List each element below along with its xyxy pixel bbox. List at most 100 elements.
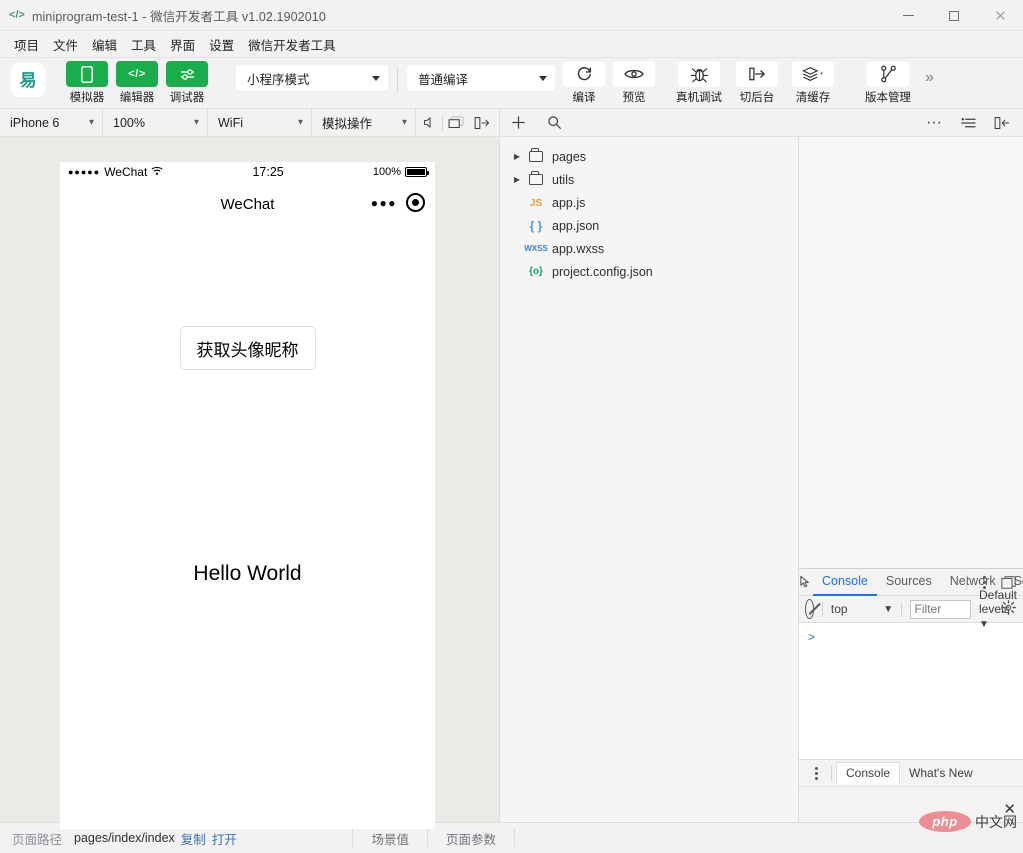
clear-console-icon[interactable] xyxy=(805,599,815,619)
remote-debug-label: 真机调试 xyxy=(676,92,722,104)
chevron-down-icon: ▾ xyxy=(297,117,303,128)
drawer-menu-icon[interactable] xyxy=(805,762,827,784)
layers-icon xyxy=(792,61,834,87)
editor-toggle[interactable]: </> 编辑器 xyxy=(114,61,160,105)
copy-path-button[interactable]: 复制 xyxy=(181,829,206,848)
add-file-button[interactable] xyxy=(500,109,536,136)
preview-button[interactable]: 预览 xyxy=(611,61,657,105)
drawer-tab-whats-new[interactable]: What's New xyxy=(900,763,982,784)
sort-files-icon[interactable] xyxy=(951,109,985,136)
menu-settings[interactable]: 设置 xyxy=(202,32,241,57)
menu-edit[interactable]: 编辑 xyxy=(85,32,124,57)
compile-button[interactable]: 编译 xyxy=(561,61,607,105)
tree-item-app-wxss[interactable]: WXSS app.wxss xyxy=(500,237,798,260)
chevron-right-icon[interactable]: ▶ xyxy=(510,152,524,161)
tree-item-pages[interactable]: ▶ pages xyxy=(500,145,798,168)
tree-item-label: utils xyxy=(552,172,575,187)
tree-item-app-js[interactable]: JS app.js xyxy=(500,191,798,214)
simulate-action-select[interactable]: 模拟操作 ▾ xyxy=(312,109,416,136)
tree-item-app-json[interactable]: { } app.json xyxy=(500,214,798,237)
menu-devtools[interactable]: 微信开发者工具 xyxy=(241,32,343,57)
wifi-icon xyxy=(151,165,163,179)
version-control-button[interactable]: 版本管理 xyxy=(859,61,917,105)
debugger-toggle-label: 调试器 xyxy=(169,92,205,104)
get-userinfo-button[interactable]: 获取头像昵称 xyxy=(179,326,316,370)
svg-text:易: 易 xyxy=(20,71,37,91)
tree-item-project-config[interactable]: {o} project.config.json xyxy=(500,260,798,283)
menu-tools[interactable]: 工具 xyxy=(124,32,163,57)
minimize-button[interactable] xyxy=(885,0,931,31)
editor-empty-area[interactable] xyxy=(799,137,1023,568)
tree-item-label: app.wxss xyxy=(552,241,605,256)
divider xyxy=(514,829,515,847)
config-file-icon: {o} xyxy=(529,266,543,277)
wxss-file-icon: WXSS xyxy=(524,244,548,253)
right-column: Console Sources Network Security AppData… xyxy=(799,137,1023,822)
console-context-select[interactable]: top ▼ xyxy=(831,602,893,616)
console-filter-input[interactable]: Filter xyxy=(909,599,971,619)
app-logo-icon: 易 xyxy=(11,63,45,97)
open-path-button[interactable]: 打开 xyxy=(212,829,237,848)
window-title: miniprogram-test-1 - 微信开发者工具 v1.02.19020… xyxy=(32,9,326,24)
device-bar: iPhone 6 ▾ 100% ▾ WiFi ▾ 模拟操作 ▾ xyxy=(0,109,500,136)
zoom-select[interactable]: 100% ▾ xyxy=(103,109,208,136)
compile-mode-value: 普通编译 xyxy=(418,72,469,87)
scene-value-button[interactable]: 场景值 xyxy=(353,829,427,848)
sub-toolbar: iPhone 6 ▾ 100% ▾ WiFi ▾ 模拟操作 ▾ ··· xyxy=(0,109,1023,137)
inspect-element-icon[interactable] xyxy=(799,575,813,589)
tree-item-label: pages xyxy=(552,149,587,164)
close-button[interactable] xyxy=(977,0,1023,31)
more-options-button[interactable]: ··· xyxy=(917,109,951,136)
more-menu-icon[interactable]: ●●● xyxy=(371,196,397,210)
file-explorer: ▶ pages ▶ utils JS app.js { } app.json W… xyxy=(500,137,799,822)
debugger-toggle[interactable]: 调试器 xyxy=(164,61,210,105)
search-icon[interactable] xyxy=(536,109,572,136)
menu-project[interactable]: 项目 xyxy=(7,32,46,57)
device-select-value: iPhone 6 xyxy=(10,115,60,130)
devtools-drawer-body xyxy=(799,786,1023,822)
screencast-icon[interactable] xyxy=(443,109,469,136)
battery-percent: 100% xyxy=(372,166,401,178)
target-icon[interactable] xyxy=(406,193,425,212)
main-toolbar: 易 模拟器 </> 编辑器 调试器 小程序模式 普通编译 编译 预览 真机调试 … xyxy=(0,58,1023,109)
device-select[interactable]: iPhone 6 ▾ xyxy=(0,109,103,136)
refresh-icon xyxy=(563,61,605,87)
mute-icon[interactable] xyxy=(416,109,442,136)
clear-cache-button[interactable]: 清缓存 xyxy=(787,61,839,105)
app-window: </> miniprogram-test-1 - 微信开发者工具 v1.02.1… xyxy=(0,0,1023,853)
tab-sources[interactable]: Sources xyxy=(877,569,941,596)
tab-console[interactable]: Console xyxy=(813,569,877,596)
gear-icon[interactable] xyxy=(1001,600,1016,618)
version-control-label: 版本管理 xyxy=(865,92,911,104)
toolbar-overflow-button[interactable]: » xyxy=(925,69,934,87)
menu-interface[interactable]: 界面 xyxy=(163,32,202,57)
console-output-area[interactable]: > xyxy=(799,623,1023,759)
maximize-button[interactable] xyxy=(931,0,977,31)
mode-select[interactable]: 小程序模式 xyxy=(236,65,388,91)
tree-item-utils[interactable]: ▶ utils xyxy=(500,168,798,191)
phone-frame: ●●●●● WeChat 17:25 100% WeChat ●●● 获取头像昵… xyxy=(60,162,435,829)
js-file-icon: JS xyxy=(529,196,543,209)
simulator-panel: ●●●●● WeChat 17:25 100% WeChat ●●● 获取头像昵… xyxy=(0,137,500,829)
chevron-right-icon[interactable]: ▶ xyxy=(510,175,524,184)
collapse-left-icon[interactable] xyxy=(985,109,1019,136)
network-select[interactable]: WiFi ▾ xyxy=(208,109,312,136)
chevron-down-icon: ▾ xyxy=(88,117,94,128)
compile-mode-select[interactable]: 普通编译 xyxy=(407,65,555,91)
remote-debug-button[interactable]: 真机调试 xyxy=(671,61,727,105)
editor-toggle-label: 编辑器 xyxy=(119,92,155,104)
sliders-icon xyxy=(166,61,208,87)
title-bar: </> miniprogram-test-1 - 微信开发者工具 v1.02.1… xyxy=(0,0,1023,31)
simulator-toggle[interactable]: 模拟器 xyxy=(64,61,110,105)
app-logo-button[interactable]: 易 xyxy=(8,63,48,97)
phone-clock: 17:25 xyxy=(252,165,284,179)
capsule-buttons[interactable]: ●●● xyxy=(371,193,425,212)
toolbar-divider xyxy=(397,67,398,93)
drawer-tab-console[interactable]: Console xyxy=(836,762,901,784)
menu-file[interactable]: 文件 xyxy=(46,32,85,57)
window-controls xyxy=(885,0,1023,31)
collapse-right-icon[interactable] xyxy=(469,109,495,136)
background-button[interactable]: 切后台 xyxy=(731,61,783,105)
page-params-button[interactable]: 页面参数 xyxy=(428,829,514,848)
devtools-panel: Console Sources Network Security AppData… xyxy=(799,568,1023,822)
